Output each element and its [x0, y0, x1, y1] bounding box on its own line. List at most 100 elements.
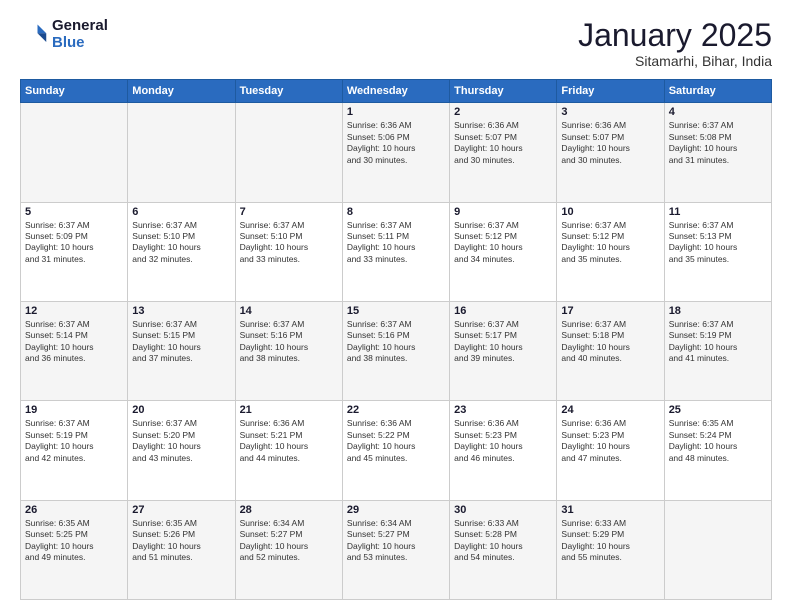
cell-info-line: Sunrise: 6:37 AM [347, 319, 445, 330]
cell-info-line: Sunset: 5:27 PM [240, 529, 338, 540]
cell-info-line: Daylight: 10 hours [561, 441, 659, 452]
cell-info-line: Sunset: 5:11 PM [347, 231, 445, 242]
cell-info-line: Sunrise: 6:37 AM [669, 220, 767, 231]
cell-info: Sunrise: 6:34 AMSunset: 5:27 PMDaylight:… [347, 518, 445, 564]
cell-info-line: and 42 minutes. [25, 453, 123, 464]
cell-info: Sunrise: 6:37 AMSunset: 5:16 PMDaylight:… [240, 319, 338, 365]
cell-info-line: Sunrise: 6:36 AM [347, 418, 445, 429]
calendar-week-row: 12Sunrise: 6:37 AMSunset: 5:14 PMDayligh… [21, 301, 772, 400]
calendar-cell: 29Sunrise: 6:34 AMSunset: 5:27 PMDayligh… [342, 500, 449, 599]
cell-info-line: Sunrise: 6:36 AM [454, 418, 552, 429]
cell-info-line: Daylight: 10 hours [454, 143, 552, 154]
day-number: 23 [454, 404, 552, 416]
cell-info-line: Sunset: 5:25 PM [25, 529, 123, 540]
day-number: 25 [669, 404, 767, 416]
calendar-cell: 22Sunrise: 6:36 AMSunset: 5:22 PMDayligh… [342, 401, 449, 500]
cell-info-line: Sunset: 5:18 PM [561, 330, 659, 341]
cell-info-line: Sunrise: 6:35 AM [25, 518, 123, 529]
cell-info: Sunrise: 6:37 AMSunset: 5:19 PMDaylight:… [25, 418, 123, 464]
location: Sitamarhi, Bihar, India [578, 53, 772, 69]
calendar-cell: 9Sunrise: 6:37 AMSunset: 5:12 PMDaylight… [450, 202, 557, 301]
cell-info-line: Daylight: 10 hours [454, 342, 552, 353]
cell-info-line: and 35 minutes. [669, 254, 767, 265]
cell-info-line: Sunset: 5:07 PM [454, 132, 552, 143]
cell-info: Sunrise: 6:36 AMSunset: 5:22 PMDaylight:… [347, 418, 445, 464]
weekday-header-cell: Saturday [664, 80, 771, 103]
day-number: 20 [132, 404, 230, 416]
cell-info-line: and 39 minutes. [454, 353, 552, 364]
cell-info-line: Sunset: 5:12 PM [454, 231, 552, 242]
weekday-header-cell: Friday [557, 80, 664, 103]
calendar-week-row: 1Sunrise: 6:36 AMSunset: 5:06 PMDaylight… [21, 103, 772, 202]
cell-info-line: and 53 minutes. [347, 552, 445, 563]
calendar-cell: 10Sunrise: 6:37 AMSunset: 5:12 PMDayligh… [557, 202, 664, 301]
cell-info-line: Sunset: 5:08 PM [669, 132, 767, 143]
calendar-cell [235, 103, 342, 202]
calendar-cell: 19Sunrise: 6:37 AMSunset: 5:19 PMDayligh… [21, 401, 128, 500]
cell-info-line: and 43 minutes. [132, 453, 230, 464]
cell-info-line: Daylight: 10 hours [25, 441, 123, 452]
day-number: 5 [25, 206, 123, 218]
day-number: 17 [561, 305, 659, 317]
cell-info-line: Sunset: 5:19 PM [669, 330, 767, 341]
cell-info-line: Sunrise: 6:36 AM [561, 120, 659, 131]
cell-info-line: and 30 minutes. [347, 155, 445, 166]
cell-info-line: Sunset: 5:06 PM [347, 132, 445, 143]
cell-info-line: Sunrise: 6:37 AM [132, 220, 230, 231]
day-number: 30 [454, 504, 552, 516]
calendar: SundayMondayTuesdayWednesdayThursdayFrid… [20, 79, 772, 600]
calendar-cell: 12Sunrise: 6:37 AMSunset: 5:14 PMDayligh… [21, 301, 128, 400]
cell-info-line: Daylight: 10 hours [347, 242, 445, 253]
cell-info-line: and 31 minutes. [25, 254, 123, 265]
cell-info-line: and 31 minutes. [669, 155, 767, 166]
cell-info-line: Sunrise: 6:37 AM [561, 319, 659, 330]
cell-info-line: Sunset: 5:23 PM [561, 430, 659, 441]
day-number: 2 [454, 106, 552, 118]
cell-info-line: Daylight: 10 hours [347, 342, 445, 353]
cell-info-line: Daylight: 10 hours [347, 143, 445, 154]
calendar-cell: 27Sunrise: 6:35 AMSunset: 5:26 PMDayligh… [128, 500, 235, 599]
cell-info-line: Daylight: 10 hours [25, 242, 123, 253]
day-number: 12 [25, 305, 123, 317]
calendar-cell: 3 Sunrise: 6:36 AMSunset: 5:07 PMDaylight… [557, 103, 664, 202]
cell-info-line: and 33 minutes. [347, 254, 445, 265]
cell-info-line: Daylight: 10 hours [454, 242, 552, 253]
calendar-cell [21, 103, 128, 202]
cell-info-line: and 40 minutes. [561, 353, 659, 364]
cell-info: Sunrise: 6:37 AMSunset: 5:15 PMDaylight:… [132, 319, 230, 365]
day-number: 10 [561, 206, 659, 218]
cell-info-line: and 36 minutes. [25, 353, 123, 364]
cell-info-line: Daylight: 10 hours [132, 441, 230, 452]
calendar-cell: 24Sunrise: 6:36 AMSunset: 5:23 PMDayligh… [557, 401, 664, 500]
day-number: 6 [132, 206, 230, 218]
calendar-week-row: 5Sunrise: 6:37 AMSunset: 5:09 PMDaylight… [21, 202, 772, 301]
day-number: 13 [132, 305, 230, 317]
calendar-cell: 28Sunrise: 6:34 AMSunset: 5:27 PMDayligh… [235, 500, 342, 599]
cell-info-line: and 32 minutes. [132, 254, 230, 265]
cell-info: Sunrise: 6:37 AMSunset: 5:12 PMDaylight:… [454, 220, 552, 266]
cell-info-line: Sunset: 5:24 PM [669, 430, 767, 441]
month-title: January 2025 [578, 18, 772, 53]
cell-info-line: Sunset: 5:14 PM [25, 330, 123, 341]
cell-info: Sunrise: 6:37 AMSunset: 5:19 PMDaylight:… [669, 319, 767, 365]
cell-info-line: Daylight: 10 hours [561, 143, 659, 154]
logo: General Blue [20, 18, 108, 51]
day-number: 3 [561, 106, 659, 118]
cell-info-line: Sunrise: 6:35 AM [669, 418, 767, 429]
cell-info-line: Daylight: 10 hours [669, 143, 767, 154]
calendar-cell: 6Sunrise: 6:37 AMSunset: 5:10 PMDaylight… [128, 202, 235, 301]
cell-info-line: Sunrise: 6:37 AM [454, 319, 552, 330]
cell-info: Sunrise: 6:36 AMSunset: 5:07 PMDaylight:… [561, 120, 659, 166]
header: General Blue January 2025 Sitamarhi, Bih… [20, 18, 772, 69]
day-number: 27 [132, 504, 230, 516]
calendar-cell: 21Sunrise: 6:36 AMSunset: 5:21 PMDayligh… [235, 401, 342, 500]
cell-info-line: Sunrise: 6:36 AM [561, 418, 659, 429]
cell-info-line: and 55 minutes. [561, 552, 659, 563]
page: General Blue January 2025 Sitamarhi, Bih… [0, 0, 792, 612]
calendar-cell: 15Sunrise: 6:37 AMSunset: 5:16 PMDayligh… [342, 301, 449, 400]
day-number: 11 [669, 206, 767, 218]
cell-info-line: Daylight: 10 hours [25, 342, 123, 353]
cell-info-line: Sunset: 5:21 PM [240, 430, 338, 441]
calendar-cell: 8Sunrise: 6:37 AMSunset: 5:11 PMDaylight… [342, 202, 449, 301]
day-number: 26 [25, 504, 123, 516]
